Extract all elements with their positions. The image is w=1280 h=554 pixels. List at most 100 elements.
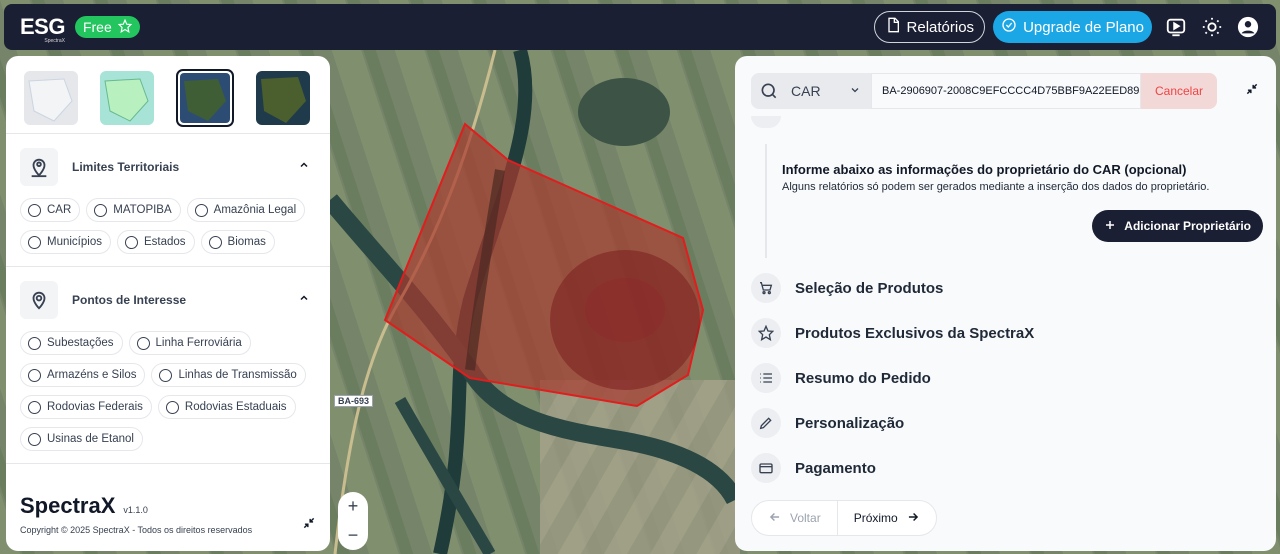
order-panel: CAR BA-2906907-2008C9EFCCCC4D75BBF9A22EE…: [735, 56, 1276, 551]
option-label: Subestações: [47, 337, 114, 349]
plan-badge: Free: [74, 16, 140, 38]
reports-button[interactable]: Relatórios: [873, 11, 986, 43]
play-icon[interactable]: [1164, 15, 1188, 39]
next-button[interactable]: Próximo: [838, 501, 936, 535]
chevron-down-icon: [849, 83, 861, 99]
option-label: MATOPIBA: [113, 204, 172, 216]
map-pin-icon: [20, 281, 58, 319]
owner-title: Informe abaixo as informações do proprie…: [782, 162, 1187, 177]
card-icon: [751, 453, 781, 483]
step-indicator: [751, 116, 781, 128]
option-rodovias-estaduais[interactable]: Rodovias Estaduais: [157, 395, 296, 419]
step-personalizacao[interactable]: Personalização: [751, 408, 1034, 438]
option-armazens-e-silos[interactable]: Armazéns e Silos: [20, 363, 146, 387]
search-icon: [751, 81, 787, 101]
base-layer-satellite-dark[interactable]: [176, 68, 234, 127]
left-panel-footer: SpectraX v1.1.0 Copyright © 2025 Spectra…: [20, 493, 316, 535]
location-user-icon: [20, 148, 58, 186]
base-layer-terrain[interactable]: [100, 70, 154, 125]
add-owner-button[interactable]: Adicionar Proprietário: [1092, 210, 1263, 242]
radio-icon: [28, 400, 41, 414]
step-navigation: Voltar Próximo: [751, 500, 937, 536]
step-resumo-do-pedido[interactable]: Resumo do Pedido: [751, 363, 1034, 393]
version-label: v1.1.0: [123, 505, 148, 515]
option-linha-ferroviaria[interactable]: Linha Ferroviária: [128, 331, 251, 355]
step-label: Pagamento: [795, 459, 876, 477]
option-usinas-de-etanol[interactable]: Usinas de Etanol: [20, 427, 143, 451]
option-label: Rodovias Federais: [47, 401, 143, 413]
cancel-button[interactable]: Cancelar: [1141, 73, 1217, 109]
option-estados[interactable]: Estados: [116, 230, 195, 254]
option-municipios[interactable]: Municípios: [20, 230, 111, 254]
zoom-control: + −: [338, 492, 368, 550]
pencil-icon: [751, 408, 781, 438]
radio-icon: [136, 336, 150, 350]
layers-panel: Limites Territoriais CAR MATOPIBA Amazônia…: [6, 56, 330, 551]
step-label: Produtos Exclusivos da SpectraX: [795, 324, 1035, 342]
zoom-out-button[interactable]: −: [348, 525, 359, 546]
radio-icon: [159, 368, 173, 382]
user-icon[interactable]: [1236, 15, 1260, 39]
cart-icon: [751, 273, 781, 303]
back-button[interactable]: Voltar: [752, 501, 838, 535]
base-layer-satellite[interactable]: [256, 70, 310, 125]
chevron-up-icon[interactable]: [298, 158, 310, 176]
top-bar: ESG SpectraX Free Relatórios Upgrade de …: [4, 4, 1276, 50]
radio-icon: [94, 203, 108, 217]
step-label: Seleção de Produtos: [795, 279, 944, 297]
collapse-icon[interactable]: [302, 516, 316, 535]
option-linhas-de-transmissao[interactable]: Linhas de Transmissão: [151, 363, 306, 387]
car-input[interactable]: BA-2906907-2008C9EFCCCC4D75BBF9A22EED895…: [871, 73, 1141, 109]
spectrax-logo: SpectraX: [20, 493, 116, 518]
order-steps: Seleção de Produtos Produtos Exclusivos d…: [751, 273, 1034, 498]
list-icon: [751, 363, 781, 393]
option-label: Usinas de Etanol: [47, 433, 134, 445]
step-pagamento[interactable]: Pagamento: [751, 453, 1034, 483]
step-label: Personalização: [795, 414, 905, 432]
radio-icon: [28, 432, 41, 446]
radio-icon: [194, 203, 208, 217]
option-rodovias-federais[interactable]: Rodovias Federais: [20, 395, 152, 419]
radio-icon: [208, 235, 222, 249]
upgrade-plan-button[interactable]: Upgrade de Plano: [993, 11, 1152, 43]
radio-icon: [28, 368, 41, 382]
star-icon: [117, 18, 132, 36]
option-label: Amazônia Legal: [213, 204, 297, 216]
collapse-icon[interactable]: [1245, 82, 1259, 101]
base-layer-streets[interactable]: [24, 70, 78, 125]
owner-subtitle: Alguns relatórios só podem ser gerados m…: [782, 181, 1210, 193]
sun-icon[interactable]: [1200, 15, 1224, 39]
zoom-in-button[interactable]: +: [348, 496, 359, 517]
section-title: Pontos de Interesse: [72, 293, 187, 307]
search-type-select[interactable]: CAR: [787, 83, 871, 99]
points-of-interest-section: Pontos de Interesse Subestações Linha Fer…: [6, 267, 330, 464]
owner-section: Informe abaixo as informações do proprie…: [765, 144, 1263, 258]
radio-icon: [124, 235, 138, 249]
option-car[interactable]: CAR: [20, 198, 81, 222]
file-icon: [885, 17, 901, 37]
section-title: Limites Territoriais: [72, 160, 180, 174]
step-label: Resumo do Pedido: [795, 369, 931, 387]
plus-icon: [1104, 219, 1116, 234]
territorial-limits-section: Limites Territoriais CAR MATOPIBA Amazônia…: [6, 134, 330, 267]
option-matopiba[interactable]: MATOPIBA: [86, 198, 181, 222]
option-label: CAR: [47, 204, 72, 216]
arrow-left-icon: [768, 510, 782, 527]
check-circle-icon: [1001, 17, 1017, 37]
base-layer-selector: [6, 56, 330, 134]
option-amazonia-legal[interactable]: Amazônia Legal: [186, 198, 306, 222]
option-label: Rodovias Estaduais: [184, 401, 287, 413]
step-produtos-exclusivos-da-spectrax[interactable]: Produtos Exclusivos da SpectraX: [751, 318, 1034, 348]
option-subestacoes[interactable]: Subestações: [20, 331, 123, 355]
option-label: Armazéns e Silos: [47, 369, 137, 381]
step-selecao-de-produtos[interactable]: Seleção de Produtos: [751, 273, 1034, 303]
option-label: Linhas de Transmissão: [178, 369, 297, 381]
star-outline-icon: [751, 318, 781, 348]
app-logo[interactable]: ESG SpectraX: [20, 16, 65, 44]
car-search-bar: CAR BA-2906907-2008C9EFCCCC4D75BBF9A22EE…: [751, 73, 1217, 109]
road-label: BA-693: [334, 395, 374, 407]
option-label: Municípios: [47, 236, 102, 248]
chevron-up-icon[interactable]: [298, 291, 310, 309]
copyright-text: Copyright © 2025 SpectraX - Todos os dir…: [20, 525, 253, 535]
option-biomas[interactable]: Biomas: [200, 230, 275, 254]
